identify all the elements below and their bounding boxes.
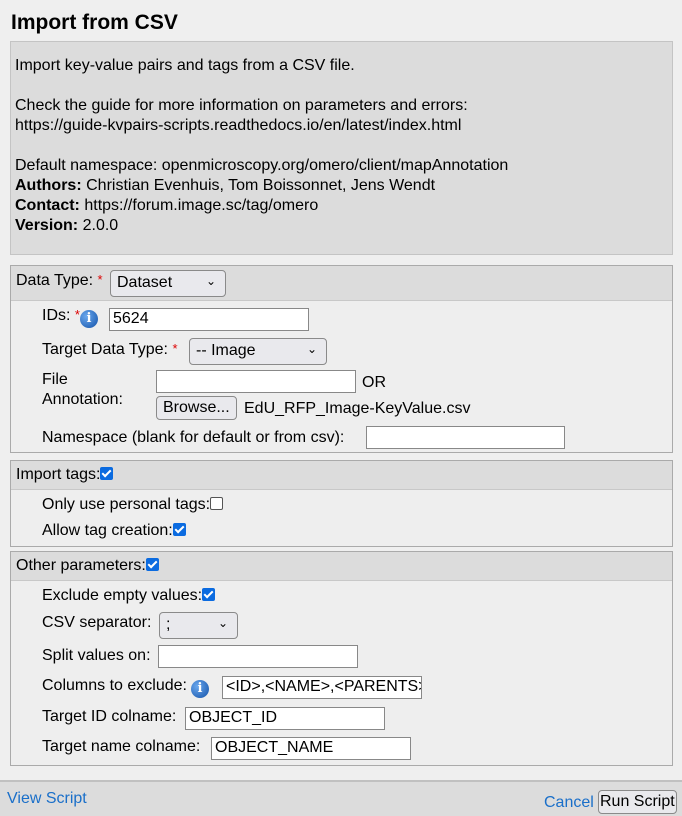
other-parameters-section: Other parameters: Exclude empty values: …	[10, 551, 673, 766]
target-id-label: Target ID colname:	[42, 708, 177, 725]
cancel-link[interactable]: Cancel	[544, 794, 594, 812]
columns-exclude-label: Columns to exclude:	[42, 677, 187, 694]
namespace-input[interactable]	[366, 426, 565, 449]
required-marker: *	[97, 272, 103, 287]
file-annotation-input[interactable]	[156, 370, 356, 393]
namespace-label: Namespace (blank for default or from csv…	[42, 429, 345, 446]
ids-input[interactable]: 5624	[109, 308, 309, 331]
tag-creation-checkbox[interactable]	[172, 523, 186, 536]
columns-exclude-input[interactable]: <ID>,<NAME>,<PARENTS>	[222, 676, 422, 699]
page-title: Import from CSV	[11, 11, 178, 34]
footer: View Script Cancel Run Script	[0, 780, 682, 816]
data-section: Data Type: * Dataset ⌄ IDs: * i 5624 Targe…	[10, 265, 673, 453]
selected-file-name: EdU_RFP_Image-KeyValue.csv	[244, 400, 471, 417]
guide-url: https://guide-kvpairs-scripts.readthedoc…	[15, 117, 462, 134]
personal-tags-checkbox[interactable]	[210, 497, 224, 510]
file-label-2: Annotation:	[42, 391, 123, 408]
import-tags-checkbox[interactable]	[100, 467, 114, 480]
target-name-input[interactable]: OBJECT_NAME	[211, 737, 411, 760]
other-parameters-checkbox[interactable]	[145, 558, 159, 571]
authors-label: Authors:	[15, 177, 82, 194]
exclude-empty-checkbox[interactable]	[202, 588, 216, 601]
script-description: Import key-value pairs and tags from a C…	[10, 41, 673, 255]
or-label: OR	[362, 374, 386, 391]
import-tags-label: Import tags:	[16, 466, 101, 483]
contact-label: Contact:	[15, 197, 80, 214]
import-tags-header: Import tags:	[11, 461, 672, 490]
authors: Christian Evenhuis, Tom Boissonnet, Jens…	[86, 177, 436, 194]
intro-text: Import key-value pairs and tags from a C…	[15, 57, 355, 74]
target-type-value: -- Image	[196, 342, 256, 359]
chevron-down-icon: ⌄	[205, 274, 216, 288]
run-script-button[interactable]: Run Script	[598, 790, 677, 814]
separator-select[interactable]: ; ⌄	[159, 612, 238, 639]
tags-section: Import tags: Only use personal tags: All…	[10, 460, 673, 547]
view-script-link[interactable]: View Script	[7, 790, 87, 808]
data-type-label: Data Type:	[16, 272, 94, 289]
split-values-input[interactable]	[158, 645, 358, 668]
version-label: Version:	[15, 217, 79, 234]
other-parameters-label: Other parameters:	[16, 557, 146, 574]
data-type-select[interactable]: Dataset ⌄	[110, 270, 226, 297]
data-type-header: Data Type: * Dataset ⌄	[11, 266, 672, 301]
split-values-label: Split values on:	[42, 647, 151, 664]
version: 2.0.0	[82, 217, 119, 234]
info-icon[interactable]: i	[190, 680, 209, 698]
exclude-empty-label: Exclude empty values:	[42, 587, 203, 604]
other-parameters-header: Other parameters:	[11, 552, 672, 581]
required-marker: *	[172, 341, 178, 356]
separator-label: CSV separator:	[42, 614, 152, 631]
chevron-down-icon: ⌄	[306, 342, 317, 356]
data-type-value: Dataset	[117, 274, 173, 291]
target-name-label: Target name colname:	[42, 738, 201, 755]
contact: https://forum.image.sc/tag/omero	[84, 197, 319, 214]
target-type-select[interactable]: -- Image ⌄	[189, 338, 327, 365]
guide-text: Check the guide for more information on …	[15, 97, 468, 114]
target-id-input[interactable]: OBJECT_ID	[185, 707, 385, 730]
tag-creation-label: Allow tag creation:	[42, 522, 173, 539]
browse-button[interactable]: Browse...	[156, 396, 237, 420]
file-label-1: File	[42, 371, 68, 388]
target-type-label: Target Data Type:	[42, 341, 168, 358]
separator-value: ;	[166, 616, 171, 633]
namespace-text: Default namespace: openmicroscopy.org/om…	[15, 157, 509, 174]
ids-label: IDs:	[42, 307, 71, 324]
personal-tags-label: Only use personal tags:	[42, 496, 211, 513]
info-icon[interactable]: i	[79, 310, 98, 328]
chevron-down-icon: ⌄	[217, 616, 228, 630]
